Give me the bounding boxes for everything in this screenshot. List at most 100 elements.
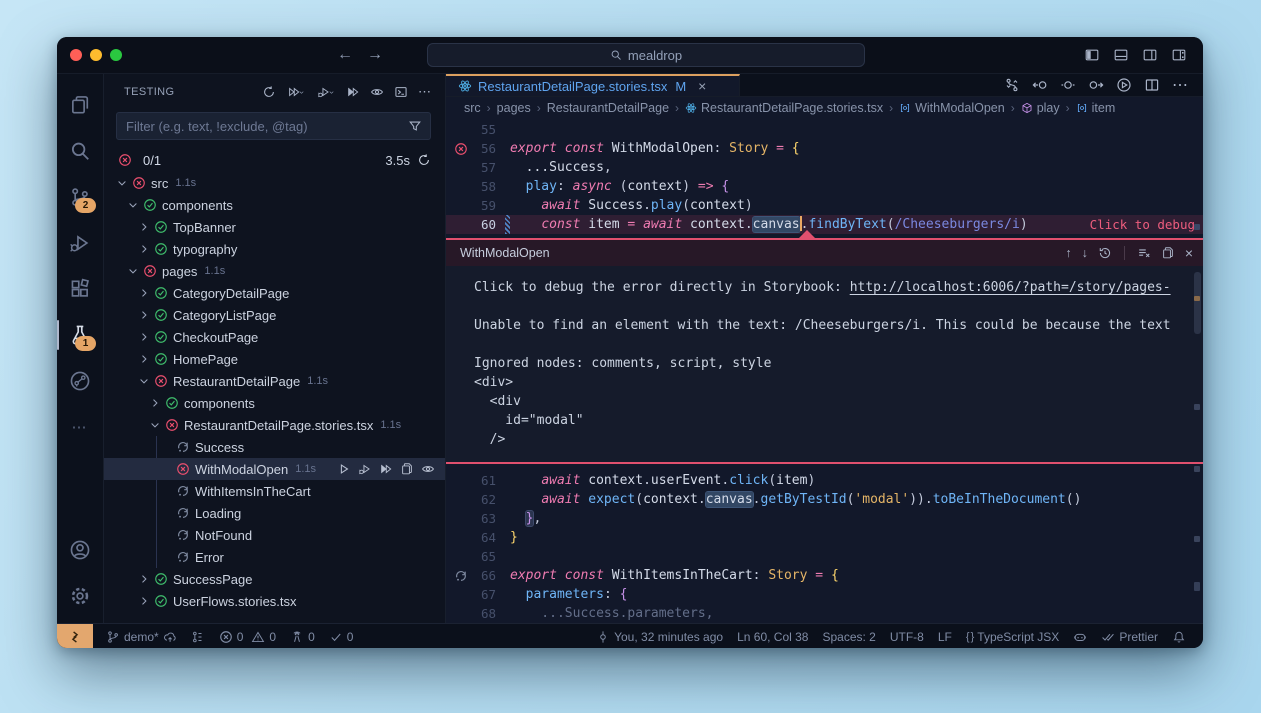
test-tree-item[interactable]: UserFlows.stories.tsx [104, 590, 445, 612]
language-mode-status[interactable]: { }TypeScript JSX [959, 630, 1066, 644]
checks-status[interactable]: 0 [322, 630, 361, 644]
test-tree-item[interactable]: TopBanner [104, 216, 445, 238]
encoding-status[interactable]: UTF-8 [883, 630, 931, 644]
sidebar-item-source-control[interactable]: 2 [57, 174, 103, 220]
peek-header[interactable]: WithModalOpen ↑ ↓ × [446, 240, 1203, 266]
code-line[interactable]: 64 } [446, 528, 1203, 547]
test-tree-item[interactable]: SuccessPage [104, 568, 445, 590]
problems-status[interactable]: 0 0 [212, 630, 283, 644]
test-tree-item[interactable]: Success [104, 436, 445, 458]
chevron-right-icon[interactable] [147, 395, 163, 411]
open-changes-icon[interactable] [1060, 77, 1076, 93]
sidebar-item-explorer[interactable] [57, 82, 103, 128]
breadcrumb-item[interactable]: play [1021, 101, 1060, 115]
git-graph-status[interactable] [184, 630, 212, 644]
test-tree-item[interactable]: RestaurantDetailPage.stories.tsx1.1s [104, 414, 445, 436]
test-tree-item[interactable]: components [104, 194, 445, 216]
test-tree-item[interactable]: CheckoutPage [104, 326, 445, 348]
clear-list-icon[interactable] [1137, 246, 1151, 260]
sidebar-item-run-debug[interactable] [57, 220, 103, 266]
run-file-icon[interactable] [1116, 77, 1132, 93]
rerun-icon[interactable] [417, 153, 431, 167]
split-editor-icon[interactable] [1144, 77, 1160, 93]
chevron-right-icon[interactable] [136, 307, 152, 323]
close-peek-icon[interactable]: × [1185, 245, 1193, 261]
editor-more-actions-icon[interactable]: ⋯ [1172, 75, 1189, 95]
next-change-icon[interactable] [1088, 77, 1104, 93]
chevron-down-icon[interactable] [125, 197, 141, 213]
code-line[interactable]: 57 ...Success, [446, 158, 1203, 177]
test-tree-item[interactable]: Loading [104, 502, 445, 524]
code-line[interactable]: 65 [446, 547, 1203, 566]
maximize-window-button[interactable] [110, 49, 122, 61]
test-tree-item[interactable]: components [104, 392, 445, 414]
run-test-icon[interactable] [337, 462, 351, 476]
breadcrumb-item[interactable]: src [464, 101, 481, 115]
previous-change-icon[interactable] [1032, 77, 1048, 93]
code-line[interactable]: 68 ...Success.parameters, [446, 604, 1203, 623]
test-filter-input[interactable]: Filter (e.g. text, !exclude, @tag) [116, 112, 431, 140]
filter-icon[interactable] [408, 119, 422, 133]
run-all-tests-button[interactable] [283, 81, 309, 103]
chevron-right-icon[interactable] [136, 351, 152, 367]
chevron-down-icon[interactable] [136, 373, 152, 389]
sidebar-item-extensions[interactable] [57, 266, 103, 312]
go-to-test-icon[interactable] [400, 462, 414, 476]
breadcrumb-item[interactable]: WithModalOpen [899, 101, 1005, 115]
test-tree-item[interactable]: pages1.1s [104, 260, 445, 282]
watch-tests-button[interactable] [367, 81, 387, 103]
run-with-coverage-button[interactable] [343, 81, 363, 103]
code-line[interactable]: 55 [446, 120, 1203, 139]
previous-error-icon[interactable]: ↑ [1065, 246, 1071, 260]
customize-layout-icon[interactable] [1171, 47, 1187, 63]
testing-more-actions-button[interactable]: ⋯ [415, 81, 435, 103]
sidebar-item-extension-view[interactable] [57, 358, 103, 404]
error-lens-message[interactable]: Click to debug [1090, 215, 1195, 234]
code-line[interactable]: 66 export const WithItemsInTheCart: Stor… [446, 566, 1203, 585]
test-tree-item[interactable]: CategoryDetailPage [104, 282, 445, 304]
chevron-right-icon[interactable] [136, 593, 152, 609]
code-area[interactable]: 55 56 export const WithModalOpen: Story … [446, 118, 1203, 623]
test-tree-item[interactable]: RestaurantDetailPage1.1s [104, 370, 445, 392]
test-tree-item[interactable]: HomePage [104, 348, 445, 370]
title-bar[interactable]: ← → mealdrop [57, 37, 1203, 74]
toggle-panel-icon[interactable] [1113, 47, 1129, 63]
git-branch-status[interactable]: demo* [99, 630, 184, 644]
refresh-tests-button[interactable] [259, 81, 279, 103]
peek-scrollbar[interactable] [1194, 272, 1201, 334]
code-line-error[interactable]: 60 const item = await context.canvas.fin… [446, 215, 1203, 234]
gutter-test-queued-icon[interactable] [446, 569, 472, 583]
history-icon[interactable] [1098, 246, 1112, 260]
source-control-graph-icon[interactable] [1004, 77, 1020, 93]
chevron-down-icon[interactable] [125, 263, 141, 279]
code-line[interactable]: 58 play: async (context) => { [446, 177, 1203, 196]
indentation-status[interactable]: Spaces: 2 [815, 630, 882, 644]
gutter-test-error-icon[interactable] [446, 142, 472, 156]
open-test-output-button[interactable] [391, 81, 411, 103]
next-error-icon[interactable]: ↓ [1082, 246, 1088, 260]
toggle-primary-sidebar-icon[interactable] [1084, 47, 1100, 63]
commit-info-status[interactable]: You, 32 minutes ago [589, 630, 730, 644]
breadcrumb-item[interactable]: item [1076, 101, 1116, 115]
chevron-right-icon[interactable] [136, 219, 152, 235]
copy-icon[interactable] [1161, 246, 1175, 260]
settings-button[interactable] [57, 573, 103, 619]
test-tree-item[interactable]: typography [104, 238, 445, 260]
close-tab-icon[interactable]: × [698, 78, 706, 94]
debug-all-tests-button[interactable] [313, 81, 339, 103]
chevron-right-icon[interactable] [136, 241, 152, 257]
tab-stories-file[interactable]: RestaurantDetailPage.stories.tsx M × [446, 74, 740, 96]
code-line[interactable]: 67 parameters: { [446, 585, 1203, 604]
eye-icon[interactable] [421, 462, 435, 476]
chevron-right-icon[interactable] [136, 285, 152, 301]
test-tree-item-selected[interactable]: WithModalOpen1.1s [104, 458, 445, 480]
copilot-status[interactable] [1066, 630, 1094, 644]
toggle-secondary-sidebar-icon[interactable] [1142, 47, 1158, 63]
nav-forward-button[interactable]: → [367, 46, 383, 64]
code-line[interactable]: 61 await context.userEvent.click(item) [446, 471, 1203, 490]
test-tree-item[interactable]: WithItemsInTheCart [104, 480, 445, 502]
chevron-down-icon[interactable] [147, 417, 163, 433]
debug-test-icon[interactable] [358, 462, 372, 476]
notifications-status[interactable] [1165, 630, 1193, 644]
test-tree-item[interactable]: Error [104, 546, 445, 568]
